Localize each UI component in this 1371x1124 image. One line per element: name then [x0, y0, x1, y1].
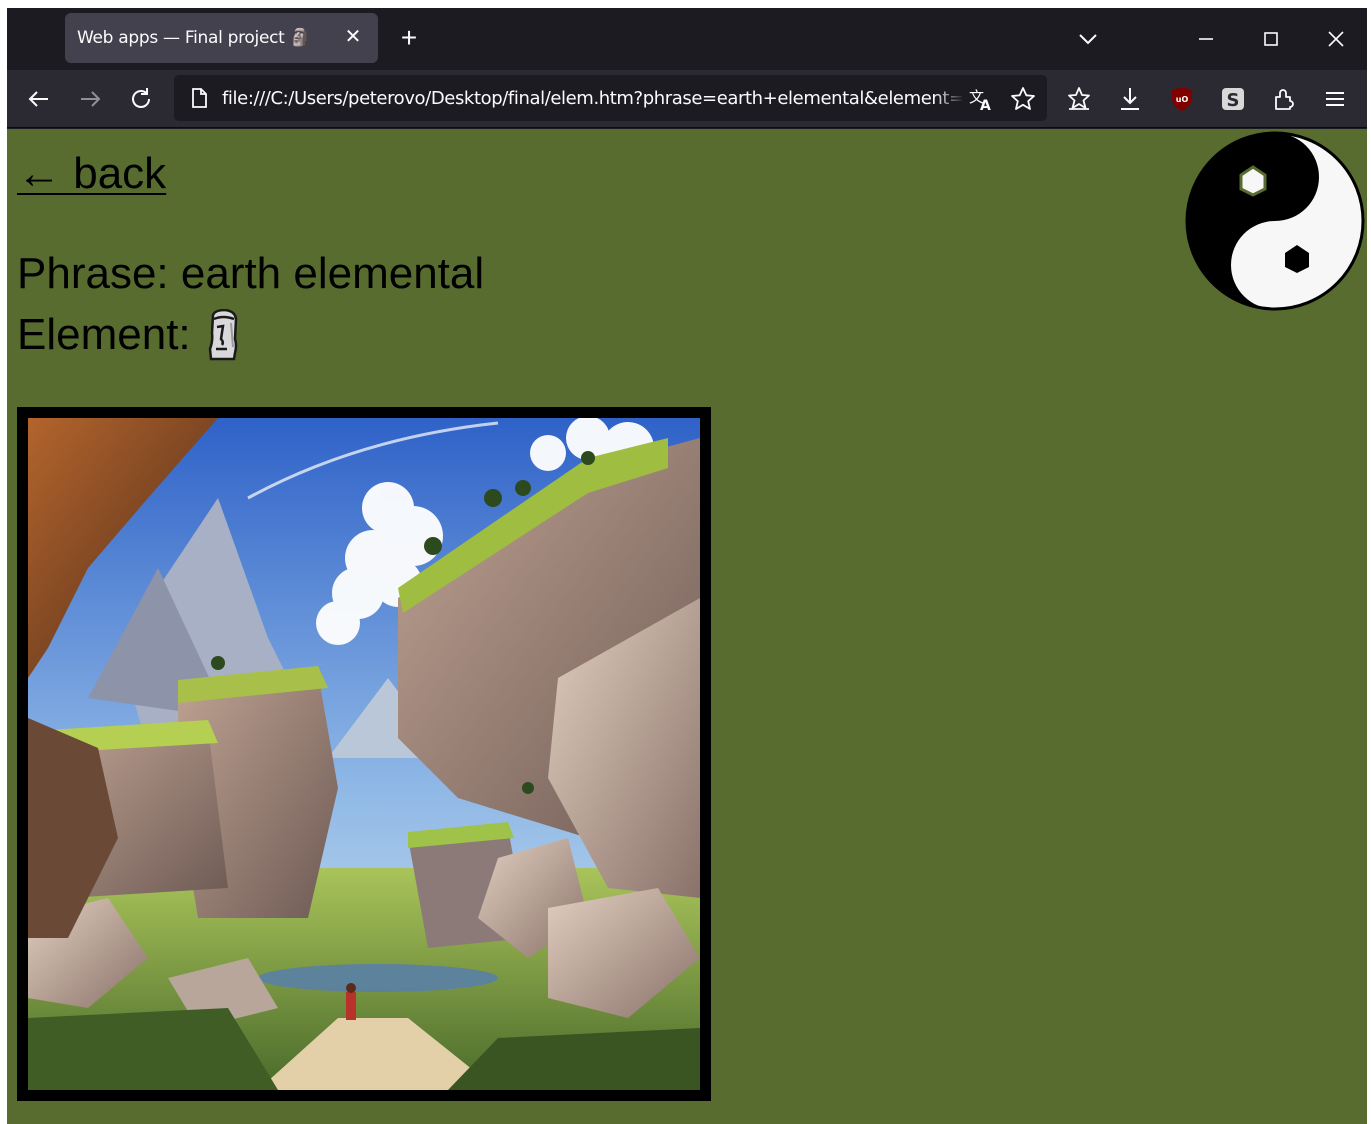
element-line: Element: [17, 309, 241, 361]
forward-arrow-icon[interactable] [74, 83, 106, 115]
extensions-icon[interactable] [1268, 83, 1300, 115]
close-window-icon[interactable] [1319, 22, 1353, 56]
tab-active[interactable]: Web apps — Final project 🗿 ✕ [65, 13, 378, 63]
phrase-text: Phrase: earth elemental [17, 249, 485, 298]
new-tab-button[interactable]: + [395, 24, 423, 52]
page-icon [192, 88, 207, 108]
bookmark-star-icon[interactable] [1009, 85, 1037, 113]
maximize-icon[interactable] [1254, 22, 1288, 56]
url-fade [934, 75, 964, 121]
back-arrow-icon[interactable] [23, 83, 55, 115]
s-extension-icon[interactable]: S [1217, 83, 1249, 115]
ublock-icon[interactable]: uO [1166, 83, 1198, 115]
navigation-toolbar: file:///C:/Users/peterovo/Desktop/final/… [7, 70, 1367, 128]
earth-landscape-image [28, 418, 700, 1090]
tab-close-icon[interactable]: ✕ [342, 26, 364, 48]
tab-title: Web apps — Final project 🗿 [77, 28, 311, 48]
back-link[interactable]: ← back [17, 149, 166, 199]
pocket-icon[interactable] [1063, 83, 1095, 115]
yin-yang-icon [1185, 131, 1365, 311]
url-text[interactable]: file:///C:/Users/peterovo/Desktop/final/… [222, 88, 962, 109]
svg-text:A: A [980, 98, 991, 113]
moai-icon [208, 309, 237, 361]
svg-text:S: S [1227, 90, 1240, 111]
tab-strip: Web apps — Final project 🗿 ✕ + [7, 8, 1367, 70]
chevron-down-icon[interactable] [1073, 24, 1103, 54]
minimize-icon[interactable] [1189, 22, 1223, 56]
menu-icon[interactable] [1319, 83, 1351, 115]
translate-icon[interactable]: 文 A [967, 85, 995, 113]
svg-text:uO: uO [1176, 95, 1189, 104]
page-content: ← back Phrase: earth elemental Element: [7, 129, 1367, 1124]
reload-icon[interactable] [125, 83, 157, 115]
download-icon[interactable] [1114, 83, 1146, 115]
browser-window: Web apps — Final project 🗿 ✕ + file:///C… [7, 8, 1367, 1124]
element-image-frame [17, 407, 711, 1101]
url-bar[interactable]: file:///C:/Users/peterovo/Desktop/final/… [174, 75, 1047, 121]
element-label: Element: [17, 310, 191, 359]
